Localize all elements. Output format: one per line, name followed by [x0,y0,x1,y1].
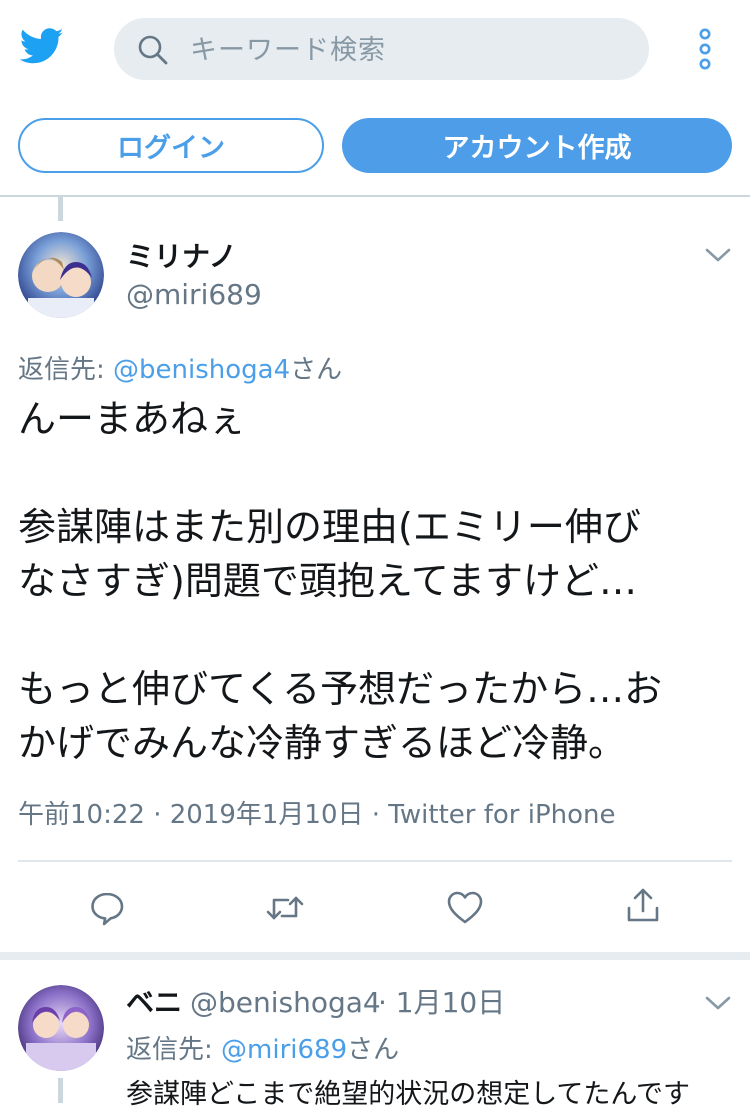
reply-tweet-text: 参謀陣どこまで絶望的状況の想定してたんです [126,1079,691,1110]
thread-line [58,1078,63,1103]
share-icon[interactable] [623,886,663,926]
reply-to-prefix: 返信先: [18,355,105,385]
reply-to-suffix: さん [347,1035,400,1065]
user-handle[interactable]: @miri689 [126,278,262,312]
reply-mention-link[interactable]: @benishoga4 [113,355,290,385]
login-button[interactable]: ログイン [18,118,324,173]
avatar[interactable] [18,232,104,318]
header-divider [0,195,750,197]
reply-to-prefix: 返信先: [126,1035,213,1065]
display-name[interactable]: ベニ [126,986,182,1020]
chevron-down-icon[interactable] [704,246,732,264]
search-icon [138,35,168,65]
tweet-line: もっと伸びてくる予想だったから…お [18,667,663,711]
reply-icon[interactable] [87,888,127,928]
display-name[interactable]: ミリナノ [126,240,237,274]
reply-mention-link[interactable]: @miri689 [221,1035,347,1065]
thread-line [58,197,63,221]
tweet-line-blank [18,608,734,662]
tweet-line-blank [18,446,734,500]
tweet-line: かげでみんな冷静すぎるほど冷静。 [18,721,627,765]
section-divider [0,952,750,960]
tweet-line: なさすぎ)問題で頭抱えてますけど… [18,559,638,603]
reply-to-line: 返信先: @benishoga4さん [18,354,342,386]
user-handle[interactable]: @benishoga4 [190,986,381,1020]
signup-button[interactable]: アカウント作成 [342,118,732,173]
reply-to-line: 返信先: @miri689さん [126,1034,399,1066]
search-input[interactable]: キーワード検索 [190,35,386,67]
tweet-date[interactable]: · 1月10日 [378,986,505,1020]
actions-top-divider [18,860,732,862]
like-heart-icon[interactable] [445,888,485,928]
reply-to-suffix: さん [290,355,343,385]
retweet-icon[interactable] [265,888,305,928]
twitter-logo-icon[interactable] [18,24,66,68]
more-options-icon[interactable] [694,28,716,70]
tweet-line: 参謀陣はまた別の理由(エミリー伸び [18,505,641,549]
chevron-down-icon[interactable] [704,994,732,1012]
avatar[interactable] [18,985,104,1071]
tweet-metadata[interactable]: 午前10:22 · 2019年1月10日 · Twitter for iPhon… [18,798,616,832]
tweet-line: んーまあねぇ [18,397,247,441]
tweet-text: んーまあねぇ 参謀陣はまた別の理由(エミリー伸び なさすぎ)問題で頭抱えてますけ… [18,392,734,770]
